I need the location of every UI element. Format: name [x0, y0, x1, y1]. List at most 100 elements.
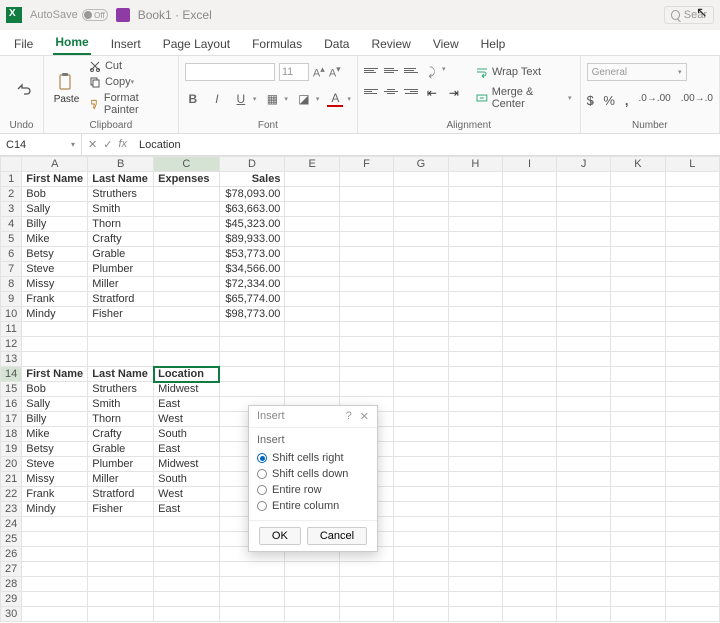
cell[interactable]: [557, 367, 611, 382]
cell[interactable]: [503, 247, 557, 262]
cell[interactable]: [503, 607, 557, 622]
cell[interactable]: [219, 577, 285, 592]
row-header[interactable]: 8: [1, 277, 22, 292]
cell[interactable]: $53,773.00: [219, 247, 285, 262]
cell[interactable]: [339, 247, 393, 262]
cell[interactable]: [154, 532, 220, 547]
cell[interactable]: [394, 562, 448, 577]
cell[interactable]: [285, 322, 339, 337]
cell[interactable]: [611, 547, 665, 562]
increase-indent-button[interactable]: ⇥: [446, 86, 462, 100]
cell[interactable]: [665, 412, 719, 427]
cell[interactable]: [611, 382, 665, 397]
cell[interactable]: [665, 262, 719, 277]
row-header[interactable]: 10: [1, 307, 22, 322]
cell[interactable]: Steve: [22, 457, 88, 472]
column-header-I[interactable]: I: [503, 157, 557, 172]
cell[interactable]: [285, 247, 339, 262]
cell[interactable]: [339, 592, 393, 607]
cell[interactable]: [394, 607, 448, 622]
cell[interactable]: [285, 352, 339, 367]
cell[interactable]: [611, 292, 665, 307]
cell[interactable]: [503, 277, 557, 292]
cell[interactable]: First Name: [22, 367, 88, 382]
cell[interactable]: Plumber: [88, 457, 154, 472]
cell[interactable]: [611, 592, 665, 607]
cell[interactable]: [339, 322, 393, 337]
cell[interactable]: [611, 187, 665, 202]
cell[interactable]: Midwest: [154, 457, 220, 472]
cell[interactable]: [219, 322, 285, 337]
cell[interactable]: [611, 457, 665, 472]
column-header-K[interactable]: K: [611, 157, 665, 172]
cell[interactable]: [503, 592, 557, 607]
tab-review[interactable]: Review: [369, 33, 412, 55]
cell[interactable]: [557, 562, 611, 577]
cell[interactable]: [503, 172, 557, 187]
cell[interactable]: [665, 442, 719, 457]
cell[interactable]: Struthers: [88, 382, 154, 397]
cell[interactable]: $89,933.00: [219, 232, 285, 247]
tab-data[interactable]: Data: [322, 33, 351, 55]
cell[interactable]: [611, 172, 665, 187]
cell[interactable]: South: [154, 427, 220, 442]
cell[interactable]: [611, 427, 665, 442]
italic-button[interactable]: I: [209, 92, 225, 106]
cell[interactable]: [88, 337, 154, 352]
cell[interactable]: [503, 262, 557, 277]
cell[interactable]: Crafty: [88, 232, 154, 247]
cell[interactable]: Struthers: [88, 187, 154, 202]
cell[interactable]: [339, 577, 393, 592]
fx-icon[interactable]: fx: [118, 138, 127, 151]
cell[interactable]: [611, 277, 665, 292]
cell[interactable]: [665, 172, 719, 187]
row-header[interactable]: 23: [1, 502, 22, 517]
cell[interactable]: [503, 202, 557, 217]
cell[interactable]: [448, 202, 502, 217]
cell[interactable]: [611, 442, 665, 457]
cell[interactable]: $72,334.00: [219, 277, 285, 292]
cell[interactable]: Missy: [22, 472, 88, 487]
cell[interactable]: [665, 472, 719, 487]
cell[interactable]: [557, 322, 611, 337]
autosave-toggle[interactable]: AutoSave Off: [30, 9, 108, 21]
cell[interactable]: [285, 187, 339, 202]
cell[interactable]: Fisher: [88, 307, 154, 322]
cell[interactable]: [503, 442, 557, 457]
cell[interactable]: Miller: [88, 472, 154, 487]
cell[interactable]: $63,663.00: [219, 202, 285, 217]
cell[interactable]: [394, 457, 448, 472]
cell[interactable]: [22, 547, 88, 562]
cell[interactable]: [339, 262, 393, 277]
cell[interactable]: [394, 217, 448, 232]
cell[interactable]: [448, 427, 502, 442]
cell[interactable]: [557, 397, 611, 412]
row-header[interactable]: 13: [1, 352, 22, 367]
cell[interactable]: [88, 322, 154, 337]
cell[interactable]: [88, 592, 154, 607]
cell[interactable]: [503, 487, 557, 502]
column-header-L[interactable]: L: [665, 157, 719, 172]
enter-formula-icon[interactable]: ✓: [103, 138, 112, 151]
cell[interactable]: [557, 277, 611, 292]
cell[interactable]: [557, 337, 611, 352]
cell[interactable]: [611, 262, 665, 277]
cell[interactable]: First Name: [22, 172, 88, 187]
cell[interactable]: [665, 457, 719, 472]
cell[interactable]: [394, 502, 448, 517]
cell[interactable]: [22, 532, 88, 547]
cell[interactable]: [611, 577, 665, 592]
cell[interactable]: [611, 232, 665, 247]
cell[interactable]: [665, 337, 719, 352]
cell[interactable]: $34,566.00: [219, 262, 285, 277]
cell[interactable]: [557, 292, 611, 307]
cell[interactable]: [448, 247, 502, 262]
tab-help[interactable]: Help: [479, 33, 508, 55]
row-header[interactable]: 2: [1, 187, 22, 202]
cell[interactable]: [665, 247, 719, 262]
cell[interactable]: [219, 367, 285, 382]
cell[interactable]: [665, 487, 719, 502]
cell[interactable]: Smith: [88, 397, 154, 412]
align-right-button[interactable]: [404, 86, 418, 96]
cell[interactable]: [394, 427, 448, 442]
